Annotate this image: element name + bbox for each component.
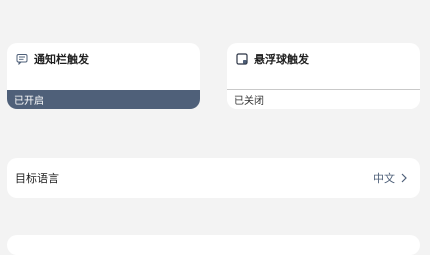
floating-ball-icon	[236, 53, 248, 65]
floating-ball-trigger-header: 悬浮球触发	[236, 51, 309, 67]
notification-trigger-header: 通知栏触发	[16, 51, 89, 67]
notification-trigger-status: 已开启	[7, 90, 200, 109]
target-language-selector[interactable]: 中文	[373, 170, 411, 186]
target-language-label: 目标语言	[15, 172, 59, 185]
notification-trigger-card[interactable]: 通知栏触发 已开启	[7, 43, 200, 109]
floating-ball-trigger-title: 悬浮球触发	[254, 53, 309, 66]
floating-ball-trigger-card[interactable]: 悬浮球触发 已关闭	[227, 43, 420, 109]
notification-bar-icon	[16, 53, 28, 65]
notification-trigger-title: 通知栏触发	[34, 53, 89, 66]
bottom-settings-card	[7, 235, 420, 255]
chevron-right-icon	[399, 172, 411, 184]
floating-ball-trigger-status: 已关闭	[227, 89, 420, 109]
target-language-row[interactable]: 目标语言 中文	[7, 158, 420, 198]
target-language-value: 中文	[373, 172, 395, 185]
